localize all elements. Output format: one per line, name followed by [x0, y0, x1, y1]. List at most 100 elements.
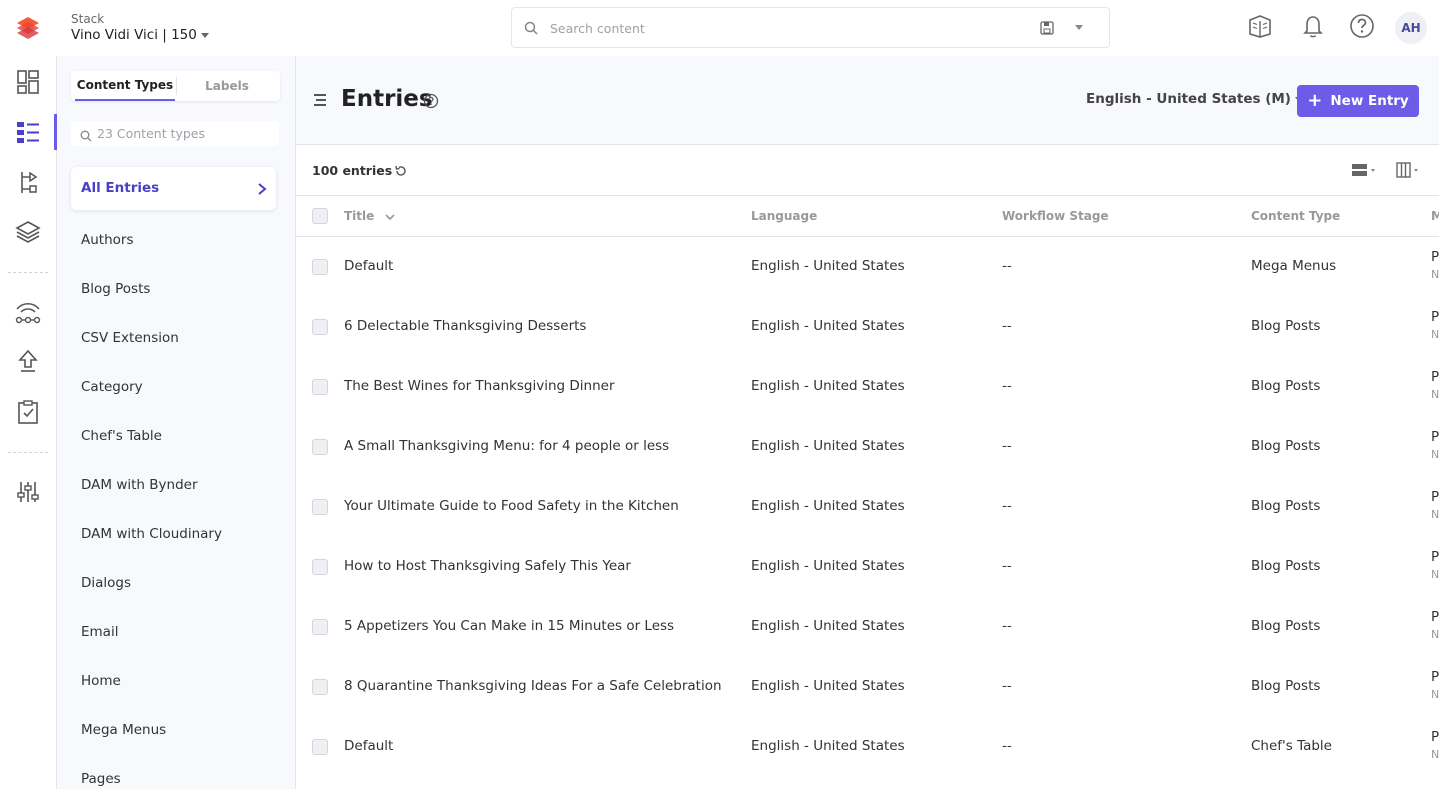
entry-modified-sub-clipped: N — [1431, 688, 1439, 701]
assets-icon[interactable] — [14, 218, 42, 246]
content-type-item-pages[interactable]: Pages — [81, 771, 121, 787]
stack-selector[interactable]: Vino Vidi Vici | 150 — [71, 27, 209, 43]
column-header-language[interactable]: Language — [751, 209, 817, 223]
row-checkbox[interactable] — [312, 679, 328, 695]
entry-modified-sub-clipped: N — [1431, 328, 1439, 341]
entry-language: English - United States — [751, 738, 905, 754]
refresh-icon[interactable] — [394, 163, 408, 182]
content-type-item-csv-extension[interactable]: CSV Extension — [81, 330, 179, 346]
row-checkbox[interactable] — [312, 559, 328, 575]
table-row[interactable]: Default English - United States -- Mega Men… — [296, 238, 1439, 298]
table-row[interactable]: 8 Quarantine Thanksgiving Ideas For a Sa… — [296, 658, 1439, 718]
entry-title[interactable]: 8 Quarantine Thanksgiving Ideas For a Sa… — [344, 678, 722, 694]
entry-modified-clipped: P — [1431, 669, 1439, 685]
all-entries-label: All Entries — [81, 180, 160, 196]
column-header-title[interactable]: Title — [344, 209, 396, 224]
global-search[interactable] — [511, 7, 1110, 48]
column-header-workflow-stage[interactable]: Workflow Stage — [1002, 209, 1109, 223]
new-entry-button[interactable]: + New Entry — [1297, 85, 1419, 117]
row-checkbox[interactable] — [312, 259, 328, 275]
stack-name: Vino Vidi Vici | 150 — [71, 27, 197, 43]
row-checkbox[interactable] — [312, 619, 328, 635]
entries-icon[interactable] — [14, 118, 42, 146]
entry-modified-sub-clipped: N — [1431, 448, 1439, 461]
locale-selector[interactable]: English - United States (M) — [1086, 91, 1303, 107]
entries-header: Entries English - United States (M) + New… — [296, 56, 1439, 145]
hamburger-menu-icon[interactable] — [312, 92, 328, 112]
all-entries-item[interactable]: All Entries — [71, 167, 276, 210]
row-checkbox[interactable] — [312, 439, 328, 455]
dashboard-icon[interactable] — [14, 68, 42, 96]
content-type-item-category[interactable]: Category — [81, 379, 143, 395]
content-type-search-input[interactable] — [97, 124, 272, 143]
entry-modified-clipped: P — [1431, 369, 1439, 385]
content-type-item-email[interactable]: Email — [81, 624, 118, 640]
entry-content-type: Blog Posts — [1251, 378, 1321, 394]
table-row[interactable]: 6 Delectable Thanksgiving Desserts Englis… — [296, 298, 1439, 358]
entry-workflow-stage: -- — [1002, 498, 1012, 514]
user-avatar[interactable]: AH — [1395, 12, 1427, 44]
chevron-right-icon — [256, 181, 268, 200]
table-row[interactable]: Default English - United States -- Chef's T… — [296, 718, 1439, 778]
bell-icon[interactable] — [1299, 12, 1327, 44]
row-checkbox[interactable] — [312, 739, 328, 755]
select-all-checkbox[interactable] — [312, 208, 328, 224]
content-models-icon[interactable] — [14, 168, 42, 196]
tab-labels[interactable]: Labels — [177, 71, 277, 101]
entry-workflow-stage: -- — [1002, 438, 1012, 454]
contentstack-logo-icon[interactable] — [14, 14, 42, 42]
column-header-modified[interactable]: M — [1431, 209, 1439, 223]
entry-content-type: Blog Posts — [1251, 558, 1321, 574]
chevron-down-icon[interactable] — [1075, 25, 1083, 30]
publish-queue-icon[interactable] — [14, 298, 42, 326]
help-icon[interactable] — [1348, 12, 1376, 44]
table-row[interactable]: The Best Wines for Thanksgiving Dinner En… — [296, 358, 1439, 418]
row-checkbox[interactable] — [312, 499, 328, 515]
content-types-panel: Content Types Labels All Entries Authors… — [57, 56, 296, 789]
entry-modified-sub-clipped: N — [1431, 508, 1439, 521]
entry-title[interactable]: Default — [344, 258, 393, 274]
row-density-icon[interactable] — [1351, 162, 1383, 182]
entry-workflow-stage: -- — [1002, 678, 1012, 694]
content-type-item-dam-cloudinary[interactable]: DAM with Cloudinary — [81, 526, 222, 542]
entry-language: English - United States — [751, 498, 905, 514]
content-type-item-dam-bynder[interactable]: DAM with Bynder — [81, 477, 198, 493]
content-type-item-blog-posts[interactable]: Blog Posts — [81, 281, 150, 297]
table-row[interactable]: A Small Thanksgiving Menu: for 4 people … — [296, 418, 1439, 478]
table-row[interactable]: Your Ultimate Guide to Food Safety in th… — [296, 478, 1439, 538]
entry-modified-sub-clipped: N — [1431, 568, 1439, 581]
academy-icon[interactable] — [1246, 12, 1274, 44]
table-row[interactable]: How to Host Thanksgiving Safely This Yea… — [296, 538, 1439, 598]
content-type-item-dialogs[interactable]: Dialogs — [81, 575, 131, 591]
search-input[interactable] — [550, 17, 1020, 39]
entry-title[interactable]: A Small Thanksgiving Menu: for 4 people … — [344, 438, 669, 454]
settings-sliders-icon[interactable] — [14, 478, 42, 506]
row-checkbox[interactable] — [312, 379, 328, 395]
content-type-item-mega-menus[interactable]: Mega Menus — [81, 722, 166, 738]
column-header-content-type[interactable]: Content Type — [1251, 209, 1340, 223]
columns-selector-icon[interactable] — [1396, 162, 1426, 182]
entry-language: English - United States — [751, 618, 905, 634]
table-row[interactable]: 5 Appetizers You Can Make in 15 Minutes … — [296, 598, 1439, 658]
tasks-icon[interactable] — [14, 398, 42, 426]
entry-title[interactable]: The Best Wines for Thanksgiving Dinner — [344, 378, 615, 394]
entry-language: English - United States — [751, 558, 905, 574]
tab-content-types[interactable]: Content Types — [75, 71, 175, 101]
deploy-icon[interactable] — [14, 348, 42, 376]
main-content: Entries English - United States (M) + New… — [296, 56, 1439, 789]
content-type-item-home[interactable]: Home — [81, 673, 121, 689]
content-type-item-authors[interactable]: Authors — [81, 232, 133, 248]
saved-search-icon[interactable] — [1039, 20, 1055, 40]
entry-title[interactable]: Your Ultimate Guide to Food Safety in th… — [344, 498, 679, 514]
row-checkbox[interactable] — [312, 319, 328, 335]
entry-modified-clipped: P — [1431, 489, 1439, 505]
entry-count: 100 entries — [312, 163, 393, 178]
help-circle-icon[interactable] — [423, 93, 439, 113]
entry-title[interactable]: 5 Appetizers You Can Make in 15 Minutes … — [344, 618, 674, 634]
entry-title[interactable]: How to Host Thanksgiving Safely This Yea… — [344, 558, 631, 574]
content-type-item-chefs-table[interactable]: Chef's Table — [81, 428, 162, 444]
entry-title[interactable]: Default — [344, 738, 393, 754]
page-title: Entries — [341, 86, 433, 112]
content-type-search[interactable] — [71, 121, 279, 146]
entry-title[interactable]: 6 Delectable Thanksgiving Desserts — [344, 318, 586, 334]
